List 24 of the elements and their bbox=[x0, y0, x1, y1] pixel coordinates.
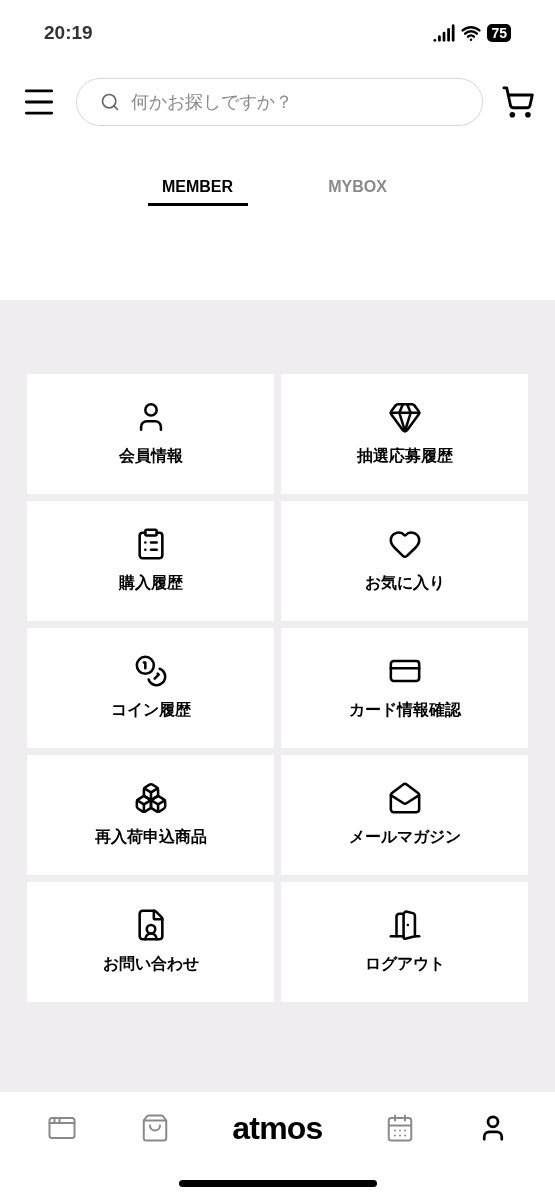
menu-tile[interactable]: コイン履歴 bbox=[27, 628, 274, 748]
diamond-icon bbox=[387, 400, 422, 434]
menu-tile[interactable]: 会員情報 bbox=[27, 374, 274, 494]
coins-icon bbox=[133, 654, 168, 688]
menu-tile[interactable]: 購入履歴 bbox=[27, 501, 274, 621]
menu-tile[interactable]: ログアウト bbox=[281, 882, 528, 1002]
battery-indicator: 75 bbox=[487, 24, 511, 42]
menu-tile[interactable]: カード情報確認 bbox=[281, 628, 528, 748]
menu-tile[interactable]: メールマガジン bbox=[281, 755, 528, 875]
wifi-icon bbox=[461, 23, 482, 43]
search-field[interactable]: 何かお探しですか？ bbox=[76, 78, 483, 126]
atmos-logo[interactable]: atmos bbox=[232, 1104, 323, 1152]
cart-button[interactable] bbox=[501, 85, 535, 119]
envelope-icon bbox=[387, 781, 422, 815]
menu-tile[interactable]: お問い合わせ bbox=[27, 882, 274, 1002]
menu-tile[interactable]: お気に入り bbox=[281, 501, 528, 621]
search-icon bbox=[100, 92, 120, 112]
tab[interactable]: MEMBER bbox=[147, 170, 248, 206]
menu-tile[interactable]: 抽選応募履歴 bbox=[281, 374, 528, 494]
status-time: 20:19 bbox=[44, 20, 93, 45]
door-icon bbox=[387, 908, 422, 942]
menu-tile[interactable]: 再入荷申込商品 bbox=[27, 755, 274, 875]
signal-icon bbox=[433, 22, 456, 44]
boxes-icon bbox=[133, 781, 168, 815]
